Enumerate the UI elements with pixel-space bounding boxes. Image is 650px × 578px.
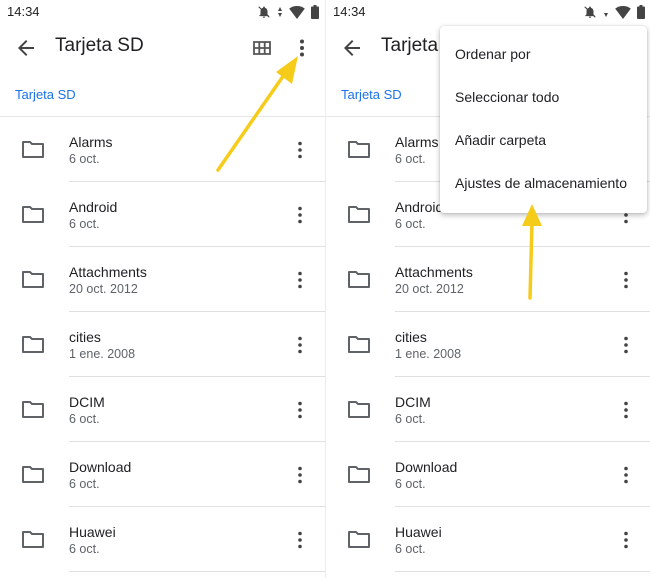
data-arrows-icon <box>278 7 282 17</box>
item-date: 6 oct. <box>395 152 426 166</box>
item-name: cities <box>69 329 101 345</box>
item-date: 6 oct. <box>69 412 100 426</box>
item-name: Alarms <box>69 134 113 150</box>
status-bar: 14:34 <box>326 0 650 24</box>
list-item[interactable]: DCIM 6 oct. <box>0 377 325 442</box>
item-name: Attachments <box>69 264 147 280</box>
screen-left: 14:34 Tarjeta SD Tarjeta SD Alarms 6 oct… <box>0 0 325 578</box>
more-vert-icon[interactable] <box>614 398 638 422</box>
more-vert-icon[interactable] <box>614 528 638 552</box>
folder-icon <box>348 401 370 418</box>
item-name: Huawei <box>69 524 116 540</box>
status-icons <box>583 4 645 20</box>
folder-icon <box>348 531 370 548</box>
item-name: Android <box>69 199 118 215</box>
overflow-menu: Ordenar por Seleccionar todo Añadir carp… <box>440 26 647 213</box>
item-date: 6 oct. <box>395 412 426 426</box>
folder-icon <box>348 141 370 158</box>
more-vert-icon[interactable] <box>288 333 312 357</box>
row-divider <box>69 571 325 572</box>
battery-icon <box>311 5 319 19</box>
item-date: 6 oct. <box>69 152 100 166</box>
breadcrumb[interactable]: Tarjeta SD <box>15 87 76 102</box>
menu-item-select-all[interactable]: Seleccionar todo <box>440 76 647 119</box>
item-name: Android <box>395 199 444 215</box>
folder-icon <box>22 141 44 158</box>
item-date: 20 oct. 2012 <box>69 282 138 296</box>
more-vert-icon[interactable] <box>288 398 312 422</box>
list-item[interactable]: DCIM 6 oct. <box>326 377 650 442</box>
more-vert-icon[interactable] <box>614 268 638 292</box>
item-name: DCIM <box>69 394 105 410</box>
item-date: 1 ene. 2008 <box>395 347 462 361</box>
item-name: Alarms <box>395 134 439 150</box>
list-item[interactable]: Download 6 oct. <box>0 442 325 507</box>
notifications-off-icon <box>258 6 270 18</box>
breadcrumb[interactable]: Tarjeta SD <box>341 87 402 102</box>
folder-icon <box>22 271 44 288</box>
item-date: 6 oct. <box>69 542 100 556</box>
wifi-icon <box>615 5 631 19</box>
list-item[interactable]: Android 6 oct. <box>0 182 325 247</box>
list-item[interactable]: cities 1 ene. 2008 <box>326 312 650 377</box>
status-time: 14:34 <box>333 4 366 19</box>
list-item[interactable]: Alarms 6 oct. <box>0 117 325 182</box>
battery-icon <box>637 5 645 19</box>
item-date: 6 oct. <box>395 477 426 491</box>
list-item[interactable]: Attachments 20 oct. 2012 <box>326 247 650 312</box>
more-vert-icon[interactable] <box>290 36 314 60</box>
arrow-back-icon[interactable] <box>14 36 38 60</box>
folder-icon <box>348 206 370 223</box>
arrow-back-icon[interactable] <box>340 36 364 60</box>
item-date: 6 oct. <box>395 542 426 556</box>
folder-icon <box>22 531 44 548</box>
menu-item-storage-settings[interactable]: Ajustes de almacenamiento <box>440 162 647 205</box>
folder-icon <box>348 466 370 483</box>
folder-icon <box>22 336 44 353</box>
menu-item-add-folder[interactable]: Añadir carpeta <box>440 119 647 162</box>
more-vert-icon[interactable] <box>614 463 638 487</box>
item-date: 6 oct. <box>69 217 100 231</box>
status-icons <box>257 4 319 20</box>
page-title: Tarjeta SD <box>55 35 144 56</box>
list-item[interactable]: Huawei 6 oct. <box>326 507 650 572</box>
item-name: Huawei <box>395 524 442 540</box>
file-list: Alarms 6 oct. Android 6 oct. Attachments… <box>0 117 325 572</box>
item-name: DCIM <box>395 394 431 410</box>
item-name: Download <box>395 459 458 475</box>
item-name: Attachments <box>395 264 473 280</box>
more-vert-icon[interactable] <box>288 528 312 552</box>
item-date: 1 ene. 2008 <box>69 347 136 361</box>
folder-icon <box>348 336 370 353</box>
list-item[interactable]: Download 6 oct. <box>326 442 650 507</box>
list-item[interactable]: Huawei 6 oct. <box>0 507 325 572</box>
item-date: 6 oct. <box>395 217 426 231</box>
folder-icon <box>22 206 44 223</box>
data-arrows-icon <box>604 13 608 17</box>
folder-icon <box>348 271 370 288</box>
status-bar: 14:34 <box>0 0 325 24</box>
notifications-off-icon <box>584 6 596 18</box>
row-divider <box>395 571 650 572</box>
item-name: cities <box>395 329 427 345</box>
item-date: 20 oct. 2012 <box>395 282 464 296</box>
list-item[interactable]: Attachments 20 oct. 2012 <box>0 247 325 312</box>
item-name: Download <box>69 459 132 475</box>
more-vert-icon[interactable] <box>288 138 312 162</box>
more-vert-icon[interactable] <box>288 463 312 487</box>
folder-icon <box>22 466 44 483</box>
status-time: 14:34 <box>7 4 40 19</box>
folder-icon <box>22 401 44 418</box>
wifi-icon <box>289 5 305 19</box>
grid-view-icon[interactable] <box>250 36 274 60</box>
more-vert-icon[interactable] <box>288 268 312 292</box>
more-vert-icon[interactable] <box>614 333 638 357</box>
app-bar: Tarjeta SD <box>0 24 325 72</box>
item-date: 6 oct. <box>69 477 100 491</box>
menu-item-sort-by[interactable]: Ordenar por <box>440 33 647 76</box>
list-item[interactable]: cities 1 ene. 2008 <box>0 312 325 377</box>
more-vert-icon[interactable] <box>288 203 312 227</box>
